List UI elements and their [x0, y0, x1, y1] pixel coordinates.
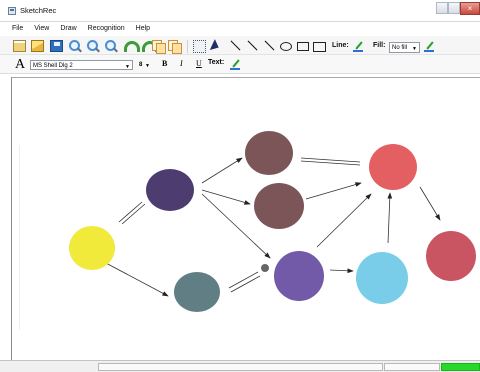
double-line-teal-dot: [228, 271, 259, 289]
small-dot-node[interactable]: [261, 264, 269, 272]
arrow-red-crimson: [419, 186, 441, 221]
crimson-node[interactable]: [426, 231, 476, 281]
red-node[interactable]: [369, 144, 417, 190]
indigo-node[interactable]: [146, 169, 194, 211]
arrow-purple-red: [316, 193, 372, 248]
arrow-brown-red: [305, 182, 362, 200]
yellow-node[interactable]: [69, 226, 115, 270]
status-panel: [98, 363, 383, 371]
double-line-yellow-indigo-inner: [121, 203, 146, 225]
double-line-yellow-indigo: [118, 201, 143, 223]
arrow-indigo-brown-top: [201, 157, 243, 184]
arrow-indigo-brown-mid: [201, 189, 251, 205]
purple-node[interactable]: [274, 251, 324, 301]
brown-top-node[interactable]: [245, 131, 293, 175]
progress-bar: [441, 363, 480, 371]
brown-mid-node[interactable]: [254, 183, 304, 229]
arrow-cyan-red: [387, 192, 393, 244]
sketch-diagram[interactable]: [0, 0, 480, 372]
double-line-teal-dot-inner: [230, 275, 261, 293]
cyan-node[interactable]: [356, 252, 408, 304]
arrow-yellow-teal: [103, 261, 169, 297]
sketch-shapes[interactable]: [69, 131, 476, 312]
status-bar: [0, 360, 480, 372]
status-panel-small: [384, 363, 440, 371]
teal-node[interactable]: [174, 272, 220, 312]
arrow-purple-cyan: [329, 268, 354, 274]
